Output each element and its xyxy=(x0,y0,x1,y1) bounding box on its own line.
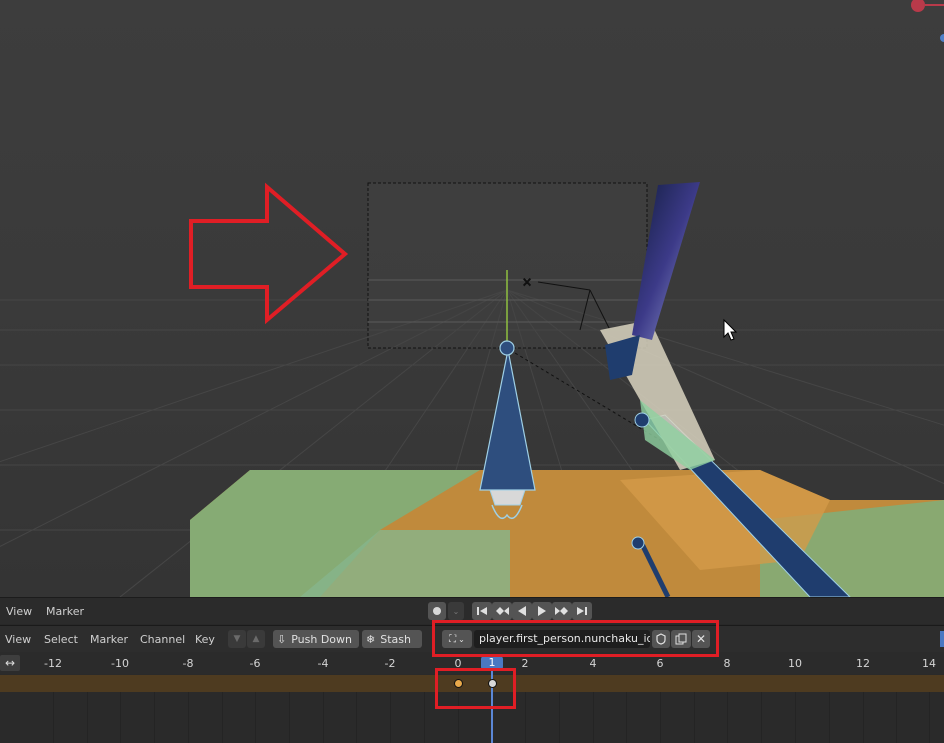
ruler-tick: 4 xyxy=(589,657,597,670)
ruler-tick: -2 xyxy=(384,657,396,670)
action-browse-button[interactable]: ⛶ ⌄ xyxy=(442,630,472,648)
record-icon xyxy=(433,607,441,615)
chevron-down-icon: ⌄ xyxy=(452,606,460,616)
play-reverse-icon xyxy=(518,606,526,616)
grid-line xyxy=(929,692,930,743)
action-icon: ⛶ xyxy=(449,633,457,645)
menu-channel[interactable]: Channel xyxy=(140,633,185,646)
current-frame-indicator[interactable]: 1 xyxy=(481,656,503,670)
triangle-down-icon: ▼ xyxy=(233,634,241,644)
ruler-tick: 6 xyxy=(656,657,664,670)
grid-line xyxy=(222,692,223,743)
push-down-button[interactable]: ⇩ Push Down xyxy=(273,630,359,648)
stash-button[interactable]: ❄ Stash xyxy=(362,630,422,648)
prev-keyframe-icon xyxy=(496,607,509,615)
timeline-menu-view[interactable]: View xyxy=(6,605,32,618)
grid-line xyxy=(356,692,357,743)
frame-ruler[interactable]: ↔ -12 -10 -8 -6 -4 -2 0 2 4 6 8 10 12 14 xyxy=(0,652,944,674)
menu-view[interactable]: View xyxy=(5,633,31,646)
record-button[interactable] xyxy=(428,602,446,620)
ruler-tick: -6 xyxy=(249,657,261,670)
grid-line xyxy=(626,692,627,743)
grid-line xyxy=(390,692,391,743)
grid-line xyxy=(593,692,594,743)
menu-key[interactable]: Key xyxy=(195,633,215,646)
move-up-button[interactable]: ▲ xyxy=(247,630,265,648)
ruler-tick: 14 xyxy=(922,657,936,670)
jump-start-button[interactable] xyxy=(472,602,492,620)
grid-line xyxy=(289,692,290,743)
grid-line xyxy=(525,692,526,743)
grid-line xyxy=(829,692,830,743)
summary-channel-row[interactable] xyxy=(0,675,944,692)
ruler-tick: -8 xyxy=(182,657,194,670)
region-edge xyxy=(940,631,944,647)
next-keyframe-button[interactable] xyxy=(552,602,572,620)
unlink-action-button[interactable]: ✕ xyxy=(692,630,710,648)
next-keyframe-icon xyxy=(555,607,568,615)
keyframe-frame-0[interactable] xyxy=(454,679,463,688)
menu-select[interactable]: Select xyxy=(44,633,78,646)
push-down-label: Push Down xyxy=(291,632,352,646)
action-editor-header: View Select Marker Channel Key ▼ ▲ ⇩ Pus… xyxy=(0,625,944,652)
ruler-tick: 2 xyxy=(521,657,529,670)
menu-marker[interactable]: Marker xyxy=(90,633,128,646)
grid-line xyxy=(255,692,256,743)
ruler-tick: 12 xyxy=(856,657,870,670)
horizontal-scroll-icon[interactable]: ↔ xyxy=(0,655,20,671)
copy-icon xyxy=(675,633,687,645)
jump-start-icon xyxy=(477,607,487,615)
prev-keyframe-button[interactable] xyxy=(492,602,512,620)
close-icon: ✕ xyxy=(695,632,707,646)
chevron-down-icon: ⌄ xyxy=(458,634,465,644)
play-button[interactable] xyxy=(532,602,552,620)
grid-line xyxy=(896,692,897,743)
grid-line xyxy=(188,692,189,743)
ruler-tick: 8 xyxy=(723,657,731,670)
keyframe-frame-1[interactable] xyxy=(488,679,497,688)
grid-line xyxy=(795,692,796,743)
record-options-button[interactable]: ⌄ xyxy=(448,602,464,620)
jump-end-button[interactable] xyxy=(572,602,592,620)
ruler-tick: 0 xyxy=(454,657,462,670)
move-down-button[interactable]: ▼ xyxy=(228,630,246,648)
grid-line xyxy=(53,692,54,743)
grid-line xyxy=(559,692,560,743)
shield-icon xyxy=(656,633,666,645)
play-icon xyxy=(538,606,546,616)
ruler-tick: 10 xyxy=(788,657,802,670)
ruler-tick: -12 xyxy=(44,657,62,670)
grid-line xyxy=(761,692,762,743)
timeline-header: View Marker ⌄ xyxy=(0,597,944,624)
grid-line xyxy=(694,692,695,743)
triangle-up-icon: ▲ xyxy=(252,634,260,644)
grid-line xyxy=(727,692,728,743)
fake-user-button[interactable] xyxy=(652,630,670,648)
play-reverse-button[interactable] xyxy=(512,602,532,620)
stash-label: Stash xyxy=(380,632,411,646)
grid-line xyxy=(458,692,459,743)
grid-line xyxy=(120,692,121,743)
grid-line xyxy=(660,692,661,743)
push-down-icon: ⇩ xyxy=(277,632,287,646)
duplicate-action-button[interactable] xyxy=(671,630,691,648)
jump-end-icon xyxy=(577,607,587,615)
3d-viewport[interactable]: × xyxy=(0,0,944,597)
svg-text:×: × xyxy=(522,275,532,289)
grid-line xyxy=(87,692,88,743)
action-name-field[interactable]: player.first_person.nunchaku_idle xyxy=(474,630,650,648)
timeline-menu-marker[interactable]: Marker xyxy=(46,605,84,618)
grid-line xyxy=(154,692,155,743)
snowflake-icon: ❄ xyxy=(366,632,376,646)
grid-line xyxy=(323,692,324,743)
grid-line xyxy=(424,692,425,743)
ruler-tick: -10 xyxy=(111,657,129,670)
grid-line xyxy=(863,692,864,743)
viewport-scene: × xyxy=(0,0,944,597)
ruler-tick: -4 xyxy=(317,657,329,670)
